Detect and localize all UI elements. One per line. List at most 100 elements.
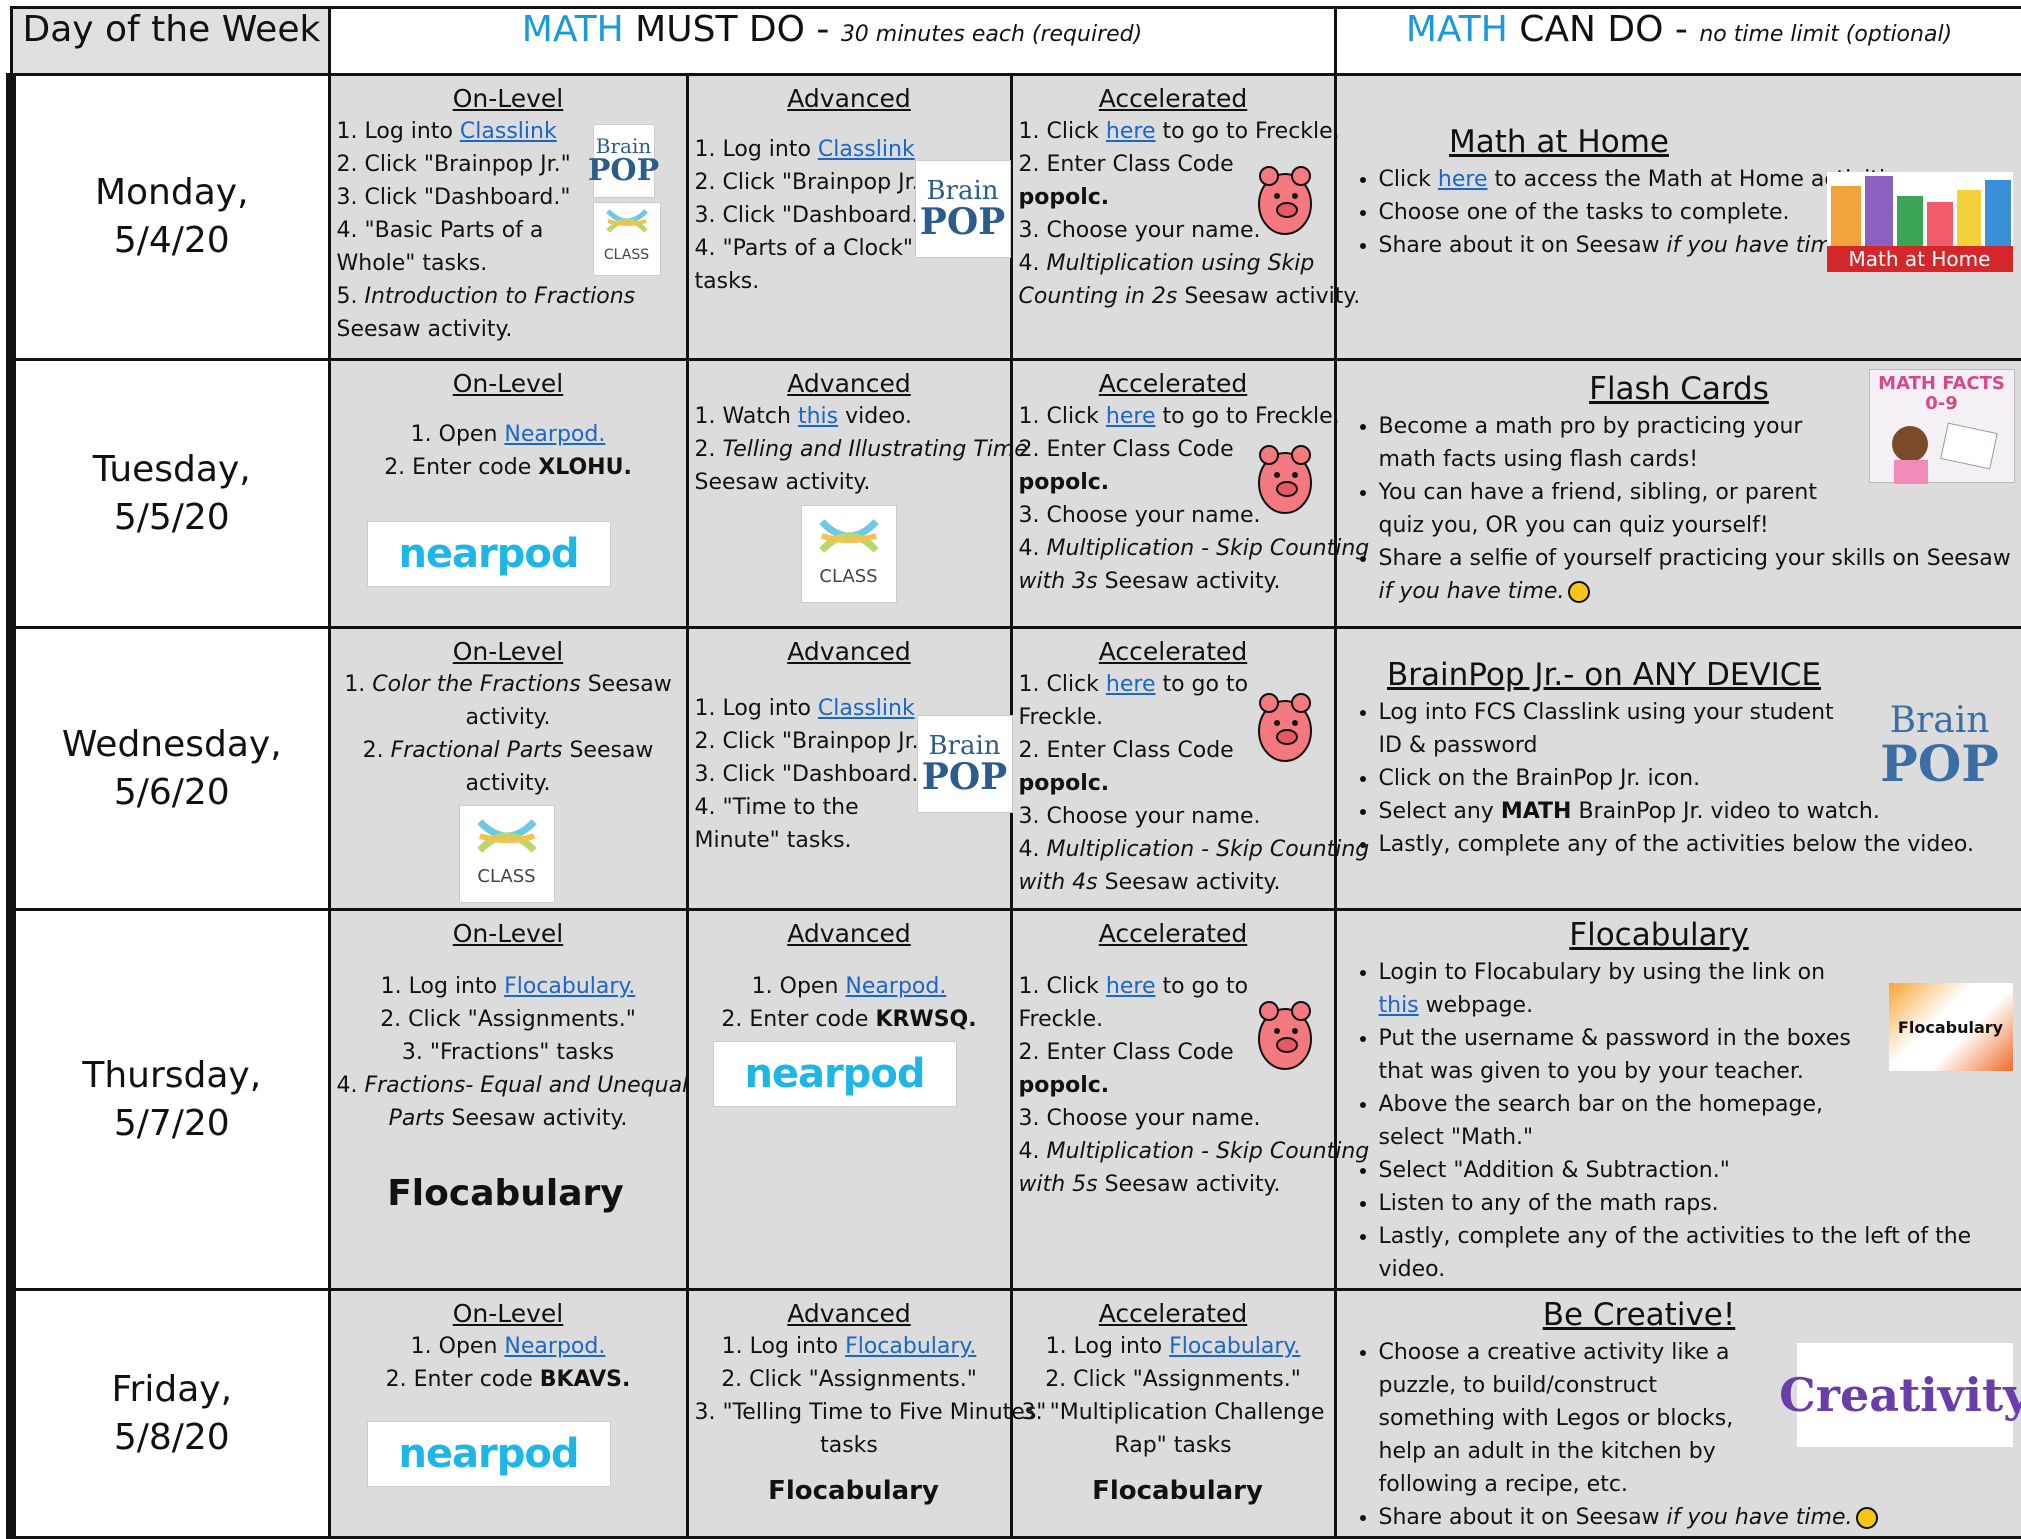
- flocabulary-link[interactable]: Flocabulary.: [1169, 1334, 1300, 1359]
- must-do-subtitle: 30 minutes each (required): [840, 22, 1143, 47]
- can-do-list: Login to Flocabulary by using the link o…: [1343, 956, 1856, 1154]
- task-text: 4.: [1018, 536, 1047, 561]
- brainpop-jr-logo: Brain POP: [1880, 700, 1999, 793]
- smiley-icon: [1568, 581, 1591, 603]
- task-text: activity.: [465, 771, 551, 796]
- task-text: 4.: [1018, 1139, 1047, 1164]
- math-facts-flashcards-image: MATH FACTS 0-9: [1868, 369, 2015, 484]
- day-date: 5/4/20: [113, 220, 230, 261]
- list-item: You can have a friend, sibling, or paren…: [1379, 476, 1866, 542]
- day-name: Tuesday,: [92, 448, 251, 490]
- accelerated-title: Accelerated: [1098, 369, 1248, 398]
- nearpod-logo: nearpod: [366, 1421, 611, 1487]
- accelerated-cell: Accelerated 1. Log into Flocabulary. 2. …: [1009, 1288, 1337, 1539]
- freckle-link[interactable]: here: [1106, 404, 1156, 429]
- accelerated-title: Accelerated: [1098, 919, 1248, 948]
- day-cell: Tuesday, 5/5/20: [6, 358, 331, 629]
- classlink-link[interactable]: Classlink: [460, 119, 557, 144]
- day-date: 5/8/20: [113, 1416, 230, 1458]
- task-text: 1. Log into: [721, 1334, 846, 1359]
- class-code: popolc.: [1018, 771, 1110, 796]
- task-text: Seesaw activity.: [694, 470, 871, 495]
- task-text: 2.: [694, 437, 723, 462]
- advanced-cell: Advanced 1. Watch this video. 2. Telling…: [685, 358, 1028, 629]
- list-item: Click on the BrainPop Jr. icon.: [1379, 762, 1846, 795]
- freckle-link[interactable]: here: [1106, 974, 1156, 999]
- task-text: 1. Watch: [694, 404, 798, 429]
- can-do-cell: Flocabulary Login to Flocabulary by usin…: [1333, 908, 2021, 1291]
- task-text: 2. Click "Assignments.": [721, 1367, 977, 1392]
- brainpop-jr-logo: Brain POP: [916, 715, 1013, 813]
- can-do-list: Log into FCS Classlink using your studen…: [1343, 696, 1846, 795]
- can-do-title: CAN DO -: [1507, 9, 1700, 50]
- list-item: Login to Flocabulary by using the link o…: [1379, 956, 1856, 1022]
- can-do-subtitle: no time limit (optional): [1699, 22, 1953, 47]
- freckle-pig-icon: [1253, 687, 1317, 771]
- can-do-list: Share a selfie of yourself practicing yo…: [1343, 542, 2016, 608]
- activity-title: Multiplication - Skip Counting: [1046, 536, 1370, 561]
- accelerated-title: Accelerated: [1098, 1299, 1248, 1328]
- classlink-link[interactable]: Classlink: [818, 696, 915, 721]
- classlink-link[interactable]: Classlink: [818, 137, 915, 162]
- day-date: 5/7/20: [113, 1102, 230, 1144]
- task-text: Seesaw activity.: [1097, 870, 1281, 895]
- task-text: 3. Choose your name.: [1018, 1106, 1261, 1131]
- task-text: 1. Log into: [336, 119, 460, 144]
- task-text: Seesaw activity.: [336, 317, 513, 342]
- task-text: 2.: [362, 738, 391, 763]
- task-text: 1. Open: [410, 1334, 505, 1359]
- activity-title: Parts: [388, 1106, 445, 1131]
- math-at-home-logo: Math at Home: [1826, 172, 2013, 272]
- classlink-logo: CLASS: [458, 805, 555, 903]
- accelerated-cell: Accelerated 1. Click here to go to Freck…: [1009, 73, 1360, 361]
- task-text: activity.: [465, 705, 551, 730]
- flocabulary-webpage-link[interactable]: this: [1379, 993, 1419, 1018]
- list-item: Share a selfie of yourself practicing yo…: [1379, 542, 2016, 608]
- freckle-link[interactable]: here: [1106, 672, 1156, 697]
- on-level-cell: On-Level 1. Log into Flocabulary. 2. Cli…: [327, 908, 689, 1291]
- task-text: 1. Open: [751, 974, 846, 999]
- flocabulary-link[interactable]: Flocabulary.: [504, 974, 635, 999]
- task-text: 2. Enter code: [384, 455, 539, 480]
- task-text: to go to: [1155, 672, 1249, 697]
- accelerated-cell: Accelerated 1. Click here to go to Freck…: [1009, 626, 1369, 911]
- task-text: 1. Log into: [694, 137, 818, 162]
- can-do-header: MATH CAN DO - no time limit (optional): [1333, 6, 2021, 76]
- flocabulary-link[interactable]: Flocabulary.: [845, 1334, 976, 1359]
- task-text: 1. Click: [1018, 404, 1106, 429]
- flocabulary-logo: Flocabulary: [387, 1172, 624, 1214]
- nearpod-code: BKAVS.: [539, 1367, 631, 1392]
- activity-title: Introduction to Fractions: [364, 284, 636, 309]
- nearpod-link[interactable]: Nearpod.: [845, 974, 946, 999]
- classlink-logo: CLASS: [800, 505, 897, 603]
- task-text: 1. Open: [410, 422, 505, 447]
- day-date: 5/5/20: [113, 496, 230, 538]
- row-wednesday: Wednesday, 5/6/20 On-Level 1. Color the …: [6, 626, 2021, 911]
- can-do-list: Share about it on Seesaw if you have tim…: [1343, 1501, 2016, 1534]
- classlink-icon: [476, 818, 537, 853]
- must-do-header: MATH MUST DO - 30 minutes each (required…: [327, 6, 1337, 76]
- advanced-cell: Advanced 1. Open Nearpod. 2. Enter code …: [685, 908, 1013, 1291]
- day-cell: Wednesday, 5/6/20: [6, 626, 331, 911]
- math-at-home-link[interactable]: here: [1438, 167, 1488, 192]
- nearpod-link[interactable]: Nearpod.: [504, 422, 605, 447]
- accelerated-cell: Accelerated 1. Click here to go to Freck…: [1009, 358, 1369, 629]
- freckle-pig-icon: [1253, 160, 1317, 244]
- list-item: Put the username & password in the boxes…: [1379, 1022, 1856, 1088]
- activity-title: Telling and Illustrating Time: [722, 437, 1028, 462]
- task-text: tasks.: [694, 269, 760, 294]
- schedule-page: { "header": { "day_col": "Day of the Wee…: [0, 0, 2021, 1539]
- task-text: 4.: [336, 1073, 365, 1098]
- activity-title: with 4s: [1018, 870, 1098, 895]
- freckle-link[interactable]: here: [1106, 119, 1156, 144]
- nearpod-link[interactable]: Nearpod.: [504, 1334, 605, 1359]
- task-text: 1. Log into: [380, 974, 505, 999]
- task-text: video.: [838, 404, 912, 429]
- task-text: 1. Click: [1018, 974, 1106, 999]
- freckle-pig-icon: [1253, 995, 1317, 1079]
- brainpop-jr-logo: Brain POP: [914, 160, 1011, 258]
- task-text: 3. "Multiplication Challenge: [1021, 1400, 1325, 1425]
- video-link[interactable]: this: [798, 404, 838, 429]
- task-text: to go to: [1155, 974, 1249, 999]
- task-text: to go to Freckle.: [1155, 404, 1340, 429]
